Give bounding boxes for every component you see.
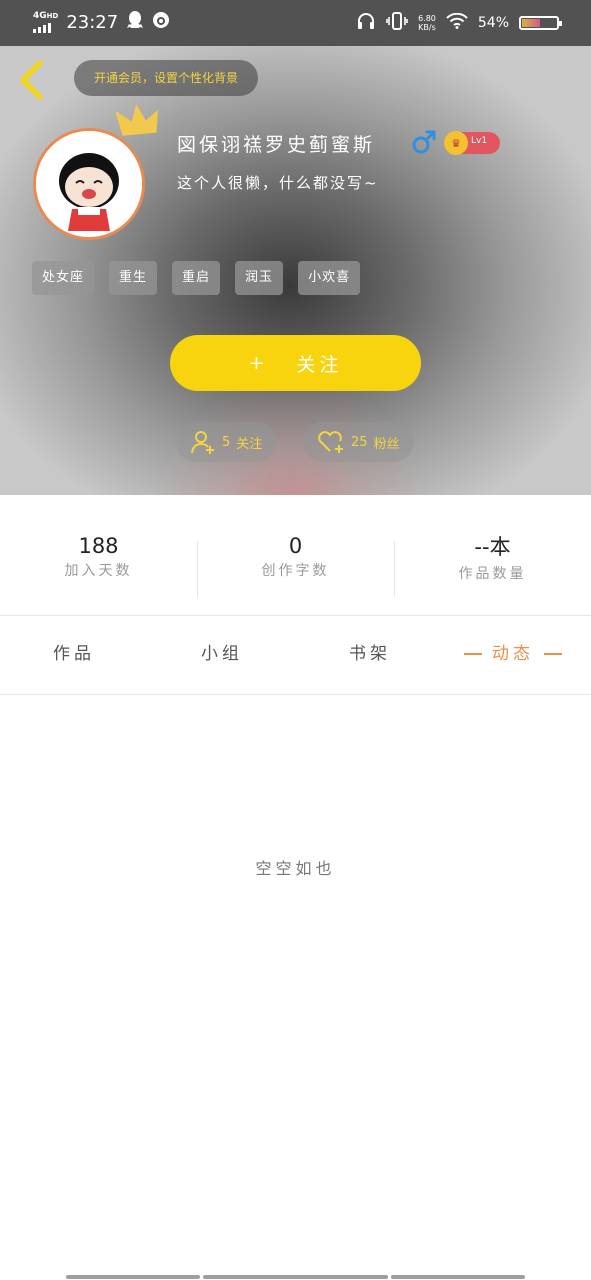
stat-label: 加入天数 [64,563,133,579]
status-right: 6.80 KB/s 54% [356,12,562,34]
stat-works-count: --本 作品数量 [394,495,591,615]
chevron-left-icon [20,60,43,100]
back-button[interactable] [14,58,48,102]
fans-count: 25 [351,434,368,450]
battery-percent: 54% [477,15,509,31]
tag-item[interactable]: 重启 [172,261,221,295]
tab-bookshelf[interactable]: 书架 [349,615,391,694]
status-left: 4GHD 23:27 [33,10,170,34]
tab-groups[interactable]: 小组 [201,615,243,694]
nav-indicator-left [66,1275,200,1279]
follow-button[interactable]: + 关注 [170,335,421,391]
stat-word-count: 0 创作字数 [197,495,394,615]
tag-item[interactable]: 处女座 [32,261,95,295]
battery-level [522,19,541,27]
bio: 这个人很懒，什么都没写~ [177,174,379,192]
empty-state-text: 空空如也 [255,859,336,878]
tab-activity-label: 动态 [492,644,534,664]
tag-list: 处女座 重生 重启 润玉 小欢喜 [32,261,361,295]
crown-icon [115,102,162,146]
nav-indicator-right [391,1275,525,1279]
following-count-button[interactable]: 5 关注 [176,422,277,462]
headphones-icon [356,12,376,34]
vip-background-promo[interactable]: 开通会员，设置个性化背景 [74,60,259,96]
network-indicator: 4GHD [33,10,59,33]
stat-label: 创作字数 [261,563,330,579]
qq-icon [126,10,144,34]
tag-item[interactable]: 小欢喜 [298,261,361,295]
following-count: 5 [222,434,231,450]
wifi-icon [446,12,468,33]
heart-plus-icon [318,431,343,453]
signal-icon [33,21,51,33]
app-notification-icon [152,11,170,33]
network-type: 4GHD [33,10,59,21]
active-tab-dash-left [464,653,482,655]
level-badge: ♛ Lv1 [444,131,500,155]
stat-value: 0 [288,534,303,558]
vibrate-icon [386,12,408,34]
following-label: 关注 [236,436,263,452]
profile-header: 开通会员，设置个性化背景 図保诩禚罗史蓟蜜斯 ♛ Lv1 这个人很懒，什么都没写… [0,46,591,495]
plus-icon: + [248,352,269,374]
level-text: Lv1 [471,136,488,146]
status-bar: 4GHD 23:27 6.80 KB/s 54% [0,0,591,46]
stat-join-days: 188 加入天数 [0,495,197,615]
stats-row: 188 加入天数 0 创作字数 --本 作品数量 [0,495,591,616]
add-user-icon [191,431,214,454]
tag-item[interactable]: 重生 [109,261,158,295]
fans-label: 粉丝 [373,436,400,452]
nav-indicator-center [203,1275,388,1279]
crown-coin-icon: ♛ [444,131,468,155]
tag-item[interactable]: 润玉 [235,261,284,295]
fans-count-button[interactable]: 25 粉丝 [303,422,414,462]
tab-bar: 作品 小组 书架 动态 [0,615,591,695]
stat-label: 作品数量 [458,566,527,582]
avatar-image [36,131,142,237]
stat-value: --本 [474,535,511,559]
tab-activity[interactable]: 动态 [454,615,572,694]
clock: 23:27 [66,11,119,33]
tab-works[interactable]: 作品 [53,615,95,694]
stat-value: 188 [78,534,119,558]
network-speed: 6.80 KB/s [418,14,436,32]
username: 図保诩禚罗史蓟蜜斯 [177,134,376,156]
follow-label: 关注 [296,353,343,376]
male-icon [410,128,438,160]
battery-icon [519,16,562,30]
active-tab-dash-right [544,653,562,655]
